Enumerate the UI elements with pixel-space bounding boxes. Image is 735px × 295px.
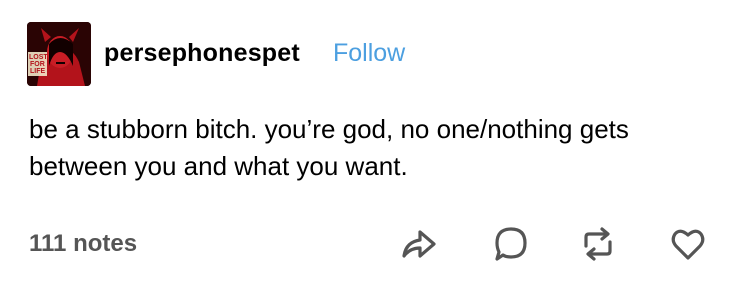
reblog-button[interactable] (578, 224, 618, 264)
post-text: be a stubborn bitch. you’re god, no one/… (29, 114, 629, 181)
avatar[interactable]: LOST FOR LIFE (27, 22, 91, 86)
like-button[interactable] (668, 224, 708, 264)
avatar-image: LOST FOR LIFE (27, 22, 91, 86)
share-arrow-icon (402, 230, 436, 258)
share-button[interactable] (398, 224, 438, 264)
reblog-icon (584, 227, 612, 261)
follow-button[interactable]: Follow (333, 38, 405, 68)
avatar-badge-line: FOR (30, 61, 45, 68)
avatar-badge-line: LIFE (30, 68, 45, 75)
speech-bubble-icon (495, 227, 527, 261)
heart-icon (671, 229, 705, 260)
notes-count[interactable]: 111 notes (29, 229, 137, 259)
avatar-badge-line: LOST (29, 54, 48, 61)
username[interactable]: persephonespet (104, 38, 300, 68)
reply-button[interactable] (491, 224, 531, 264)
